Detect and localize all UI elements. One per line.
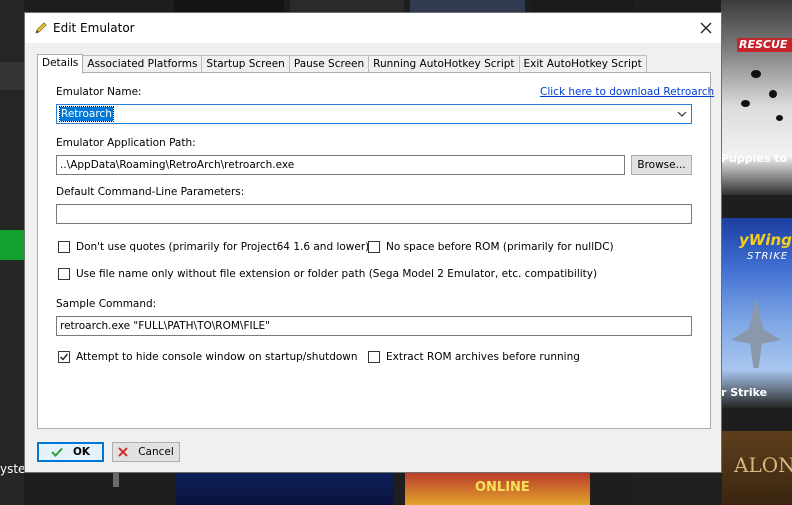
chevron-down-icon[interactable]	[675, 105, 689, 123]
background-sidebar-label: ysteri	[0, 462, 24, 476]
background-card-logo: yWings	[739, 231, 792, 249]
background-game-card[interactable]	[176, 472, 394, 505]
background-sidebar-item[interactable]	[0, 62, 24, 90]
cmd-params-label: Default Command-Line Parameters:	[56, 186, 245, 198]
no-quotes-label: Don't use quotes (primarily for Project6…	[76, 241, 370, 253]
browse-button[interactable]: Browse...	[631, 155, 692, 175]
app-path-input[interactable]: ..\AppData\Roaming\RetroArch\retroarch.e…	[56, 155, 625, 175]
airplane-image	[731, 298, 781, 368]
close-icon	[700, 22, 712, 34]
background-card-title: RESCUE	[737, 38, 792, 52]
background-card-caption: r Strike	[721, 386, 768, 399]
checkbox-box[interactable]	[368, 351, 380, 363]
tab-exit-autohotkey-script[interactable]: Exit AutoHotkey Script	[518, 55, 647, 73]
checkmark-icon	[60, 353, 69, 361]
no-space-checkbox[interactable]: No space before ROM (primarily for nullD…	[368, 241, 614, 253]
filename-only-checkbox[interactable]: Use file name only without file extensio…	[58, 268, 597, 280]
x-icon	[118, 447, 128, 457]
tab-running-autohotkey-script[interactable]: Running AutoHotkey Script	[368, 55, 520, 73]
checkbox-box[interactable]	[368, 241, 380, 253]
edit-emulator-dialog: Edit Emulator Details Associated Platfor…	[24, 12, 722, 473]
background-game-card-skywings[interactable]: yWings STRIKE r Strike	[721, 218, 792, 408]
hide-console-checkbox[interactable]: Attempt to hide console window on startu…	[58, 351, 358, 363]
pencil-icon	[34, 21, 48, 35]
cancel-label: Cancel	[138, 446, 174, 458]
ok-button[interactable]: OK	[37, 442, 104, 462]
extract-rom-checkbox[interactable]: Extract ROM archives before running	[368, 351, 580, 363]
close-button[interactable]	[691, 13, 721, 43]
sample-command-label: Sample Command:	[56, 298, 157, 310]
tab-pause-screen[interactable]: Pause Screen	[288, 55, 370, 73]
background-game-card-101-dalmatians[interactable]: RESCUE Puppies to the	[721, 0, 792, 195]
checkmark-icon	[51, 447, 63, 457]
background-card-logo-sub: STRIKE	[747, 251, 789, 262]
no-quotes-checkbox[interactable]: Don't use quotes (primarily for Project6…	[58, 241, 369, 253]
tab-associated-platforms[interactable]: Associated Platforms	[82, 55, 203, 73]
dialog-title: Edit Emulator	[53, 21, 135, 35]
background-game-card[interactable]: ONLINE	[405, 472, 590, 505]
no-space-label: No space before ROM (primarily for nullD…	[386, 241, 614, 253]
background-card-logo: ONLINE	[475, 480, 530, 495]
background-card-caption: Puppies to the	[721, 152, 792, 165]
ok-label: OK	[72, 446, 91, 458]
background-game-card[interactable]	[632, 472, 722, 505]
extract-rom-label: Extract ROM archives before running	[386, 351, 580, 363]
tab-strip: Details Associated Platforms Startup Scr…	[37, 54, 647, 74]
emulator-name-label: Emulator Name:	[56, 86, 142, 98]
checkbox-box[interactable]	[58, 241, 70, 253]
cancel-button[interactable]: Cancel	[112, 442, 180, 462]
background-scrollbar[interactable]	[113, 473, 119, 487]
sample-command-field[interactable]: retroarch.exe "FULL\PATH\TO\ROM\FILE"	[56, 316, 692, 336]
background-game-card[interactable]: ALONE	[722, 431, 792, 505]
download-retroarch-link[interactable]: Click here to download Retroarch	[540, 86, 714, 98]
tab-details[interactable]: Details	[37, 54, 84, 74]
background-card-logo: ALONE	[734, 453, 792, 477]
checkbox-box[interactable]	[58, 351, 70, 363]
checkbox-box[interactable]	[58, 268, 70, 280]
app-path-label: Emulator Application Path:	[56, 137, 196, 149]
tab-startup-screen[interactable]: Startup Screen	[201, 55, 290, 73]
hide-console-label: Attempt to hide console window on startu…	[76, 351, 358, 363]
filename-only-label: Use file name only without file extensio…	[76, 268, 598, 280]
background-sidebar-selected-item[interactable]	[0, 230, 24, 260]
emulator-name-value: Retroarch	[59, 106, 114, 122]
dialog-titlebar[interactable]: Edit Emulator	[25, 13, 721, 43]
emulator-name-combobox[interactable]: Retroarch	[56, 104, 692, 124]
cmd-params-input[interactable]	[56, 204, 692, 224]
details-panel: Emulator Name: Click here to download Re…	[37, 72, 714, 429]
